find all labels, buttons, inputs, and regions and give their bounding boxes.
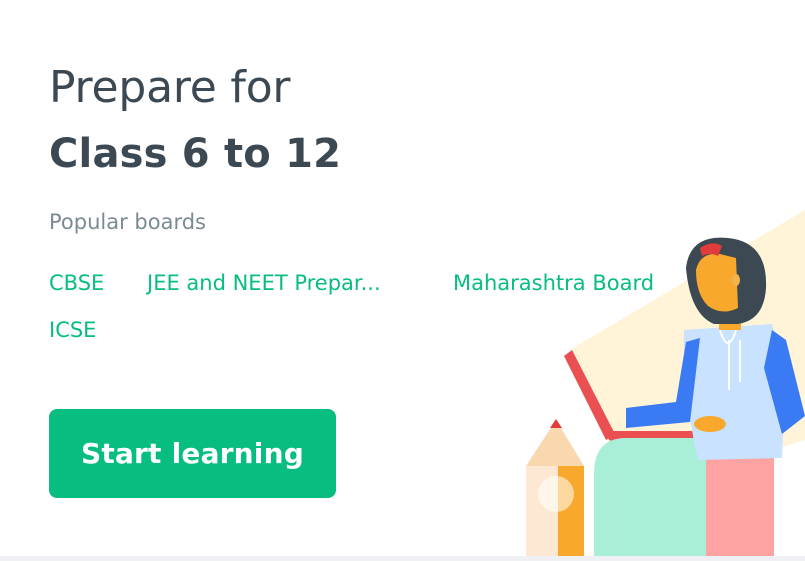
popular-boards-label: Popular boards <box>49 210 206 234</box>
bottom-divider <box>0 556 805 561</box>
page-pretitle: Prepare for <box>49 62 291 113</box>
start-learning-button[interactable]: Start learning <box>49 409 336 498</box>
hero-card: Prepare for Class 6 to 12 Popular boards… <box>0 0 805 556</box>
board-link-icse[interactable]: ICSE <box>49 316 96 344</box>
board-link-jee-neet[interactable]: JEE and NEET Prepar... <box>147 269 381 297</box>
board-link-cbse[interactable]: CBSE <box>49 269 104 297</box>
page-title: Class 6 to 12 <box>49 131 342 177</box>
student-laptop-illustration <box>526 210 805 556</box>
